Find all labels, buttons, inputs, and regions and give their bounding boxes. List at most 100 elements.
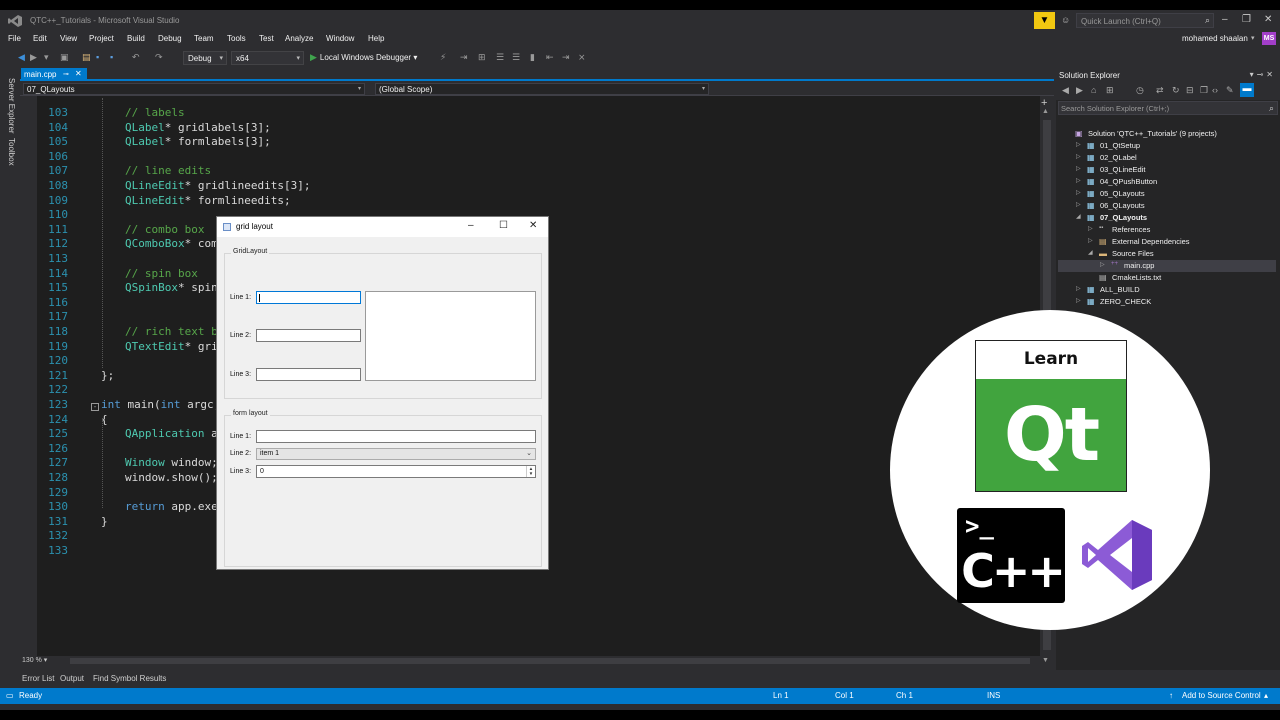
tree-item[interactable]: ◢ ▬ Source Files [1058, 248, 1276, 260]
upload-icon[interactable]: ↑ [1169, 691, 1173, 700]
close-icon[interactable]: ✕ [1266, 70, 1276, 79]
quick-launch-input[interactable]: Quick Launch (Ctrl+Q) ⌕ [1076, 13, 1214, 28]
menu-debug[interactable]: Debug [158, 34, 182, 43]
undo-icon[interactable]: ↶ [132, 52, 140, 63]
prev-bookmark-icon[interactable]: ⇤ [546, 52, 554, 63]
sync-icon[interactable]: ⇄ [1156, 85, 1164, 96]
collapse-all-icon[interactable]: ⊟ [1186, 85, 1194, 96]
project-scope-select[interactable]: 07_QLayouts ▾ [23, 83, 365, 95]
form-spin-box[interactable]: 0 ▲ ▼ [256, 465, 536, 478]
collapsed-arrow-icon[interactable]: ▷ [1100, 261, 1105, 268]
close-icon[interactable]: ✕ [75, 69, 82, 78]
save-all-icon[interactable]: ▪ [110, 52, 113, 62]
forward-icon[interactable]: ▶ [1076, 85, 1083, 96]
back-icon[interactable]: ◀ [18, 52, 25, 63]
switch-views-icon[interactable]: ⊞ [1106, 85, 1114, 96]
chevron-up-icon[interactable]: ▴ [1264, 691, 1268, 700]
notification-flag-icon[interactable]: ▼ [1034, 12, 1055, 29]
collapse-icon[interactable]: - [91, 403, 99, 411]
tree-item[interactable]: ▷ ▦ 01_QtSetup [1058, 140, 1276, 152]
platform-select[interactable]: x64 ▾ [231, 51, 304, 65]
grid-line-edit-1[interactable] [256, 291, 361, 304]
tree-item[interactable]: ▣ Solution 'QTC++_Tutorials' (9 projects) [1058, 128, 1276, 140]
menu-file[interactable]: File [8, 34, 21, 43]
collapsed-arrow-icon[interactable]: ▷ [1076, 165, 1081, 172]
forward-icon[interactable]: ▶ [30, 52, 37, 63]
collapsed-arrow-icon[interactable]: ▷ [1076, 189, 1081, 196]
dropdown-icon[interactable]: ▾ [44, 52, 49, 63]
solution-search-input[interactable]: Search Solution Explorer (Ctrl+;) ⌕ [1058, 101, 1278, 115]
tree-item[interactable]: ▷ ▤ External Dependencies [1058, 236, 1276, 248]
new-project-icon[interactable]: ▣ [60, 52, 69, 63]
home-icon[interactable]: ⌂ [1091, 85, 1096, 95]
pin-icon[interactable]: ⊸ [63, 70, 69, 78]
configuration-select[interactable]: Debug ▾ [183, 51, 227, 65]
collapsed-arrow-icon[interactable]: ▷ [1076, 153, 1081, 160]
user-name[interactable]: mohamed shaalan [1182, 34, 1248, 43]
dropdown-icon[interactable]: ▾ [1250, 70, 1257, 79]
start-debugging-button[interactable]: ▶ Local Windows Debugger ▾ [310, 52, 417, 63]
tab-find-symbol-results[interactable]: Find Symbol Results [93, 674, 166, 683]
preview-icon[interactable]: ▬ [1240, 83, 1254, 97]
tree-item[interactable]: ▷ ▦ 05_QLayouts [1058, 188, 1276, 200]
scope-select[interactable]: (Global Scope) ▾ [375, 83, 709, 95]
collapsed-arrow-icon[interactable]: ▷ [1076, 201, 1081, 208]
zoom-level-select[interactable]: 130 % ▾ [22, 656, 62, 666]
menu-help[interactable]: Help [368, 34, 384, 43]
tree-item[interactable]: ▷ ▦ 04_QPushButton [1058, 176, 1276, 188]
tab-toolbox[interactable]: Toolbox [7, 138, 16, 166]
grid-line-edit-3[interactable] [256, 368, 361, 381]
collapsed-arrow-icon[interactable]: ▷ [1076, 141, 1081, 148]
tree-item[interactable]: ▷ ▦ ZERO_CHECK [1058, 296, 1276, 308]
expanded-arrow-icon[interactable]: ◢ [1088, 249, 1093, 256]
horizontal-scrollbar[interactable] [70, 658, 1030, 664]
refresh-icon[interactable]: ↻ [1172, 85, 1180, 96]
spin-buttons[interactable]: ▲ ▼ [526, 466, 535, 477]
form-combo-box[interactable]: item 1 ⌄ [256, 448, 536, 460]
hot-reload-icon[interactable]: ⚡ [440, 52, 446, 63]
tab-server-explorer[interactable]: Server Explorer [7, 78, 16, 134]
expanded-arrow-icon[interactable]: ◢ [1076, 213, 1081, 220]
breakpoint-icon[interactable]: ⊞ [478, 52, 486, 63]
save-icon[interactable]: ▪ [96, 52, 99, 62]
maximize-icon[interactable]: ❐ [1242, 14, 1251, 25]
menu-window[interactable]: Window [326, 34, 354, 43]
tree-item[interactable]: ▷ ▦ ALL_BUILD [1058, 284, 1276, 296]
grid-text-edit[interactable] [365, 291, 536, 381]
close-icon[interactable]: ✕ [1264, 14, 1272, 25]
grid-line-edit-2[interactable] [256, 329, 361, 342]
bookmark-icon[interactable]: ▮ [530, 52, 535, 63]
spin-down-icon[interactable]: ▼ [529, 471, 533, 476]
code-view-icon[interactable]: ‹› [1212, 85, 1218, 95]
menu-build[interactable]: Build [127, 34, 145, 43]
collapsed-arrow-icon[interactable]: ▷ [1088, 237, 1093, 244]
tree-item[interactable]: ▷ ▦ 06_QLayouts [1058, 200, 1276, 212]
pending-changes-icon[interactable]: ◷ [1136, 85, 1144, 96]
indent-icon[interactable]: ☰ [496, 52, 504, 63]
tab-error-list[interactable]: Error List [22, 674, 54, 683]
add-to-source-control-button[interactable]: Add to Source Control [1182, 691, 1261, 700]
menu-edit[interactable]: Edit [33, 34, 47, 43]
show-all-files-icon[interactable]: ❐ [1200, 85, 1208, 96]
close-icon[interactable]: ✕ [529, 220, 537, 231]
tree-item[interactable]: ▷ ▦ 02_QLabel [1058, 152, 1276, 164]
back-icon[interactable]: ◀ [1062, 85, 1069, 96]
menu-team[interactable]: Team [194, 34, 214, 43]
collapsed-arrow-icon[interactable]: ▷ [1076, 285, 1081, 292]
minimize-icon[interactable]: – [468, 220, 474, 231]
minimize-icon[interactable]: – [1222, 14, 1228, 25]
collapsed-arrow-icon[interactable]: ▷ [1076, 297, 1081, 304]
tree-item[interactable]: ▷ ▦ 03_QLineEdit [1058, 164, 1276, 176]
tree-item[interactable]: ▷ ++ main.cpp [1058, 260, 1276, 272]
next-bookmark-icon[interactable]: ⇥ [562, 52, 570, 63]
tab-main-cpp[interactable]: main.cpp ⊸ ✕ [21, 68, 87, 81]
open-file-icon[interactable]: ▤ [82, 52, 91, 63]
clear-bookmarks-icon[interactable]: ⨯ [578, 52, 586, 63]
menu-test[interactable]: Test [259, 34, 274, 43]
tree-item[interactable]: ▷ ▪▪ References [1058, 224, 1276, 236]
chevron-down-icon[interactable]: ▾ [1251, 34, 1255, 42]
scroll-up-icon[interactable]: ▲ [1042, 108, 1049, 115]
form-line-edit[interactable] [256, 430, 536, 443]
avatar[interactable]: MS [1262, 32, 1276, 45]
collapsed-arrow-icon[interactable]: ▷ [1076, 177, 1081, 184]
